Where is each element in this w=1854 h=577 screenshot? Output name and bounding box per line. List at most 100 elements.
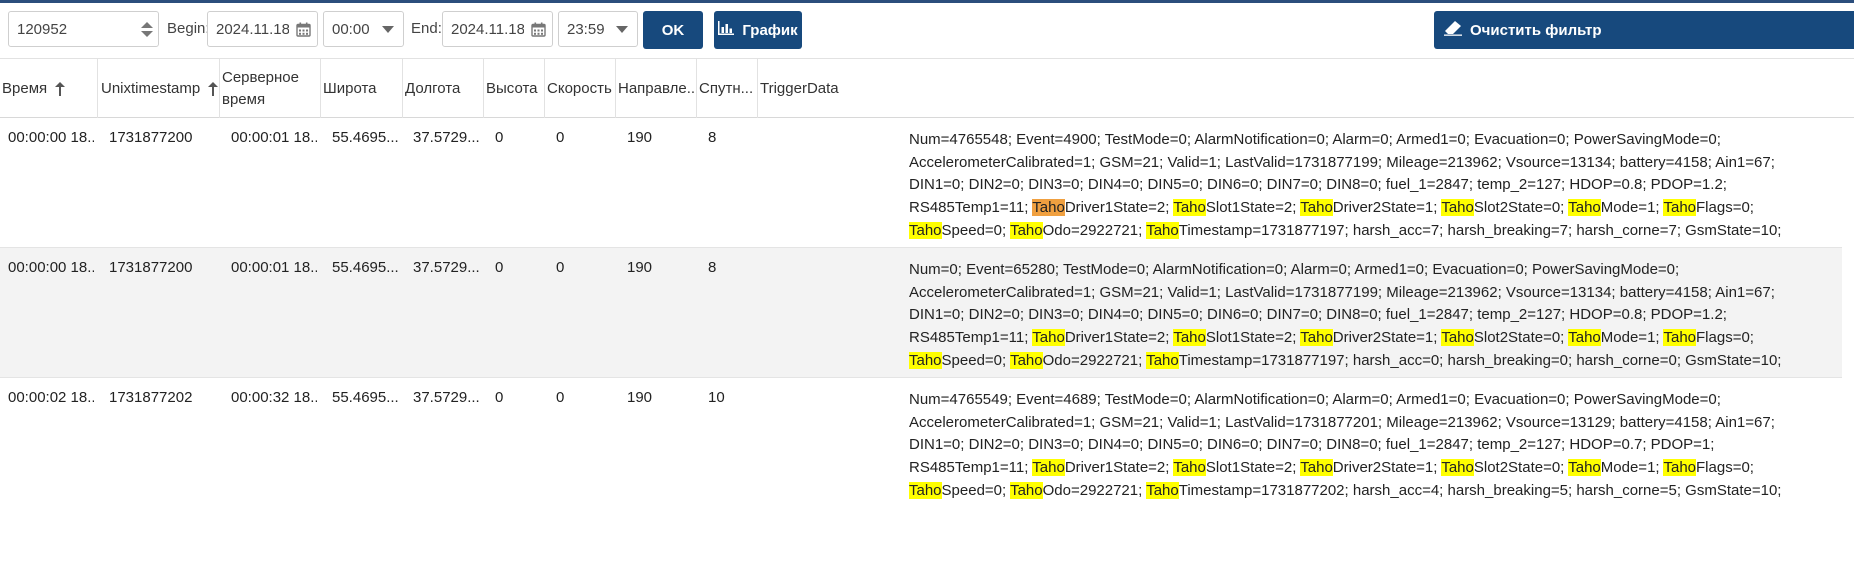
table-row[interactable]: 00:00:00 18... 1731877200 00:00:01 18...… [0, 118, 1842, 248]
column-header-label: Долгота [405, 79, 461, 97]
cell-longitude: 37.5729... [413, 129, 479, 146]
cell-latitude: 55.4695... [332, 129, 398, 146]
trigger-text: Odo=2922721; [1042, 351, 1147, 369]
cell-triggerdata: Num=4765549; Event=4689; TestMode=0; Ala… [909, 389, 1829, 503]
trigger-text: Driver1State=2; [1064, 199, 1174, 217]
chart-button[interactable]: График [714, 11, 802, 49]
search-highlight: Taho [1173, 199, 1206, 217]
cell-altitude: 0 [495, 129, 504, 146]
chevron-down-icon[interactable] [607, 25, 637, 33]
search-highlight: Taho [1146, 481, 1179, 499]
column-header-altitude[interactable]: Высота [484, 59, 545, 118]
cell-direction: 190 [627, 129, 653, 146]
trigger-text: Slot2State=0; [1473, 199, 1569, 217]
search-highlight: Taho [1173, 459, 1206, 477]
cell-time: 00:00:00 18... [8, 259, 94, 276]
trigger-text: Odo=2922721; [1042, 481, 1147, 499]
sort-ascending-icon[interactable] [55, 81, 66, 96]
trigger-text: Timestamp=1731877197; harsh_acc=0; harsh… [1178, 351, 1782, 369]
column-header-label: Направле... [618, 79, 697, 97]
trigger-text: Timestamp=1731877202; harsh_acc=4; harsh… [1178, 481, 1782, 499]
trigger-text: Slot1State=2; [1205, 329, 1301, 347]
search-highlight: Taho [909, 351, 942, 369]
cell-speed: 0 [556, 259, 565, 276]
search-highlight: Taho [1146, 351, 1179, 369]
trigger-text: Flags=0; [1696, 199, 1754, 217]
cell-speed: 0 [556, 129, 565, 146]
end-time-value[interactable]: 23:59 [559, 21, 607, 38]
end-time-select[interactable]: 23:59 [558, 11, 638, 47]
stepper-arrows-icon[interactable] [136, 12, 158, 46]
cell-satellites: 8 [708, 129, 717, 146]
search-highlight: Taho [1010, 221, 1043, 239]
device-id-value[interactable]: 120952 [9, 21, 136, 38]
begin-label: Begin: [167, 20, 210, 37]
trigger-text: Slot1State=2; [1205, 199, 1301, 217]
search-highlight: Taho [1010, 351, 1043, 369]
bar-chart-icon [718, 21, 735, 39]
column-header-time[interactable]: Время [0, 59, 98, 118]
cell-server-time: 00:00:32 18... [231, 389, 317, 406]
trigger-text: Driver2State=1; [1332, 459, 1442, 477]
column-header-longitude[interactable]: Долгота [403, 59, 484, 118]
cell-altitude: 0 [495, 389, 504, 406]
begin-date-value[interactable]: 2024.11.18 [208, 21, 289, 38]
cell-direction: 190 [627, 389, 653, 406]
trigger-text: Driver2State=1; [1332, 199, 1442, 217]
column-header-label: Скорость [547, 79, 612, 97]
column-header-speed[interactable]: Скорость [545, 59, 616, 118]
cell-speed: 0 [556, 389, 565, 406]
search-highlight: Taho [1568, 329, 1601, 347]
search-highlight: Taho [909, 221, 942, 239]
search-highlight: Taho [909, 481, 942, 499]
cell-satellites: 10 [708, 389, 725, 406]
trigger-text: Slot1State=2; [1205, 459, 1301, 477]
end-date-input[interactable]: 2024.11.18 [442, 11, 553, 47]
search-highlight: Taho [1300, 329, 1333, 347]
begin-time-select[interactable]: 00:00 [323, 11, 404, 47]
search-highlight: Taho [1300, 199, 1333, 217]
trigger-text: Slot2State=0; [1473, 459, 1569, 477]
end-label: End: [411, 20, 442, 37]
begin-time-value[interactable]: 00:00 [324, 21, 373, 38]
column-header-triggerdata[interactable]: TriggerData [758, 59, 1854, 118]
cell-unixtimestamp: 1731877200 [109, 259, 193, 276]
cell-unixtimestamp: 1731877200 [109, 129, 193, 146]
trigger-text: Driver1State=2; [1064, 329, 1174, 347]
column-header-label: Время [2, 79, 48, 97]
column-header-unixtimestamp[interactable]: Unixtimestamp [98, 59, 220, 118]
filter-toolbar: 120952 Begin: 2024.11.18 00:00 End: 2024… [0, 3, 1854, 57]
calendar-icon[interactable] [524, 22, 552, 37]
search-highlight: Taho [1663, 329, 1697, 347]
cell-server-time: 00:00:01 18... [231, 259, 317, 276]
search-highlight: Taho [1441, 199, 1474, 217]
end-date-value[interactable]: 2024.11.18 [443, 21, 524, 38]
search-highlight: Taho [1032, 329, 1065, 347]
cell-unixtimestamp: 1731877202 [109, 389, 193, 406]
ok-button-label: OK [661, 21, 685, 39]
table-row[interactable]: 00:00:00 18... 1731877200 00:00:01 18...… [0, 248, 1842, 378]
sort-ascending-icon[interactable] [208, 81, 219, 96]
table-row[interactable]: 00:00:02 18... 1731877202 00:00:32 18...… [0, 378, 1842, 577]
search-highlight: Taho [1032, 199, 1065, 217]
calendar-icon[interactable] [289, 22, 317, 37]
column-header-label: Спутн... [699, 79, 754, 97]
begin-date-input[interactable]: 2024.11.18 [207, 11, 318, 47]
ok-button[interactable]: OK [643, 11, 703, 49]
column-header-label: Серверное время [222, 68, 299, 108]
cell-altitude: 0 [495, 259, 504, 276]
trigger-text: Mode=1; [1600, 199, 1664, 217]
trigger-text: Mode=1; [1600, 459, 1664, 477]
trigger-text: Slot2State=0; [1473, 329, 1569, 347]
cell-satellites: 8 [708, 259, 717, 276]
cell-longitude: 37.5729... [413, 259, 479, 276]
column-header-server-time[interactable]: Серверное время [220, 59, 321, 118]
chevron-down-icon[interactable] [373, 25, 403, 33]
column-header-direction[interactable]: Направле... [616, 59, 697, 118]
column-header-latitude[interactable]: Широта [321, 59, 403, 118]
column-header-satellites[interactable]: Спутн... [697, 59, 758, 118]
device-id-stepper[interactable]: 120952 [8, 11, 159, 47]
cell-server-time: 00:00:01 18... [231, 129, 317, 146]
clear-filter-button[interactable]: Очистить фильтр [1434, 11, 1854, 49]
trigger-text: Speed=0; [941, 351, 1011, 369]
